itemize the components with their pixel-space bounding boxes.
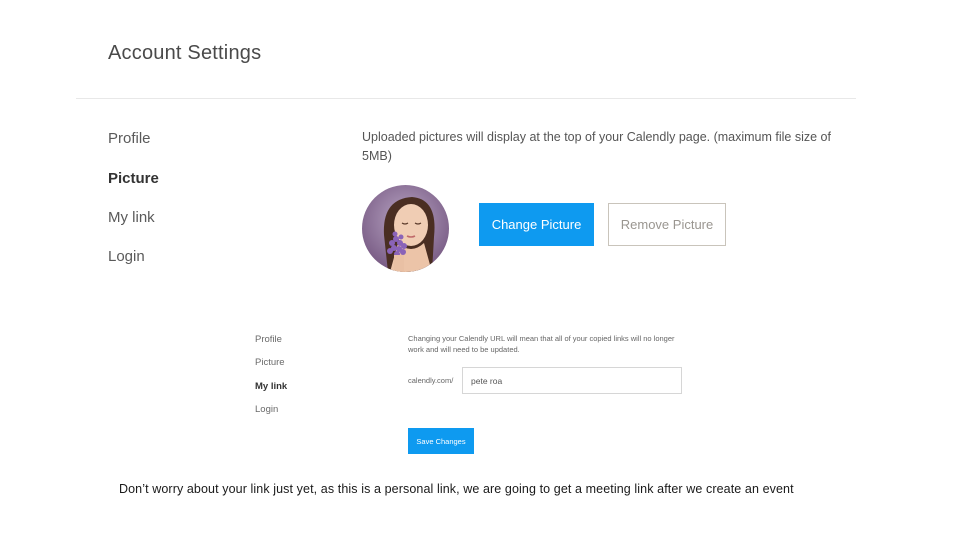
sidebar-item-login[interactable]: Login [108,248,145,265]
small-sidebar-item-picture[interactable]: Picture [255,357,285,368]
remove-picture-button[interactable]: Remove Picture [608,203,726,246]
small-sidebar-item-login[interactable]: Login [255,404,278,415]
page-title: Account Settings [108,42,262,64]
sidebar-item-my-link[interactable]: My link [108,209,155,226]
link-input[interactable] [462,367,682,394]
small-sidebar-item-my-link[interactable]: My link [255,381,287,392]
link-info-text: Changing your Calendly URL will mean tha… [408,334,675,354]
header-divider [76,98,856,99]
change-picture-button[interactable]: Change Picture [479,203,594,246]
url-prefix: calendly.com/ [408,376,454,385]
caption-text: Don’t worry about your link just yet, as… [119,482,794,496]
sidebar-item-profile[interactable]: Profile [108,130,151,147]
save-changes-button[interactable]: Save Changes [408,428,474,454]
avatar [362,185,449,272]
small-sidebar-item-profile[interactable]: Profile [255,334,282,345]
picture-info-text: Uploaded pictures will display at the to… [362,130,831,163]
sidebar-item-picture[interactable]: Picture [108,170,159,187]
